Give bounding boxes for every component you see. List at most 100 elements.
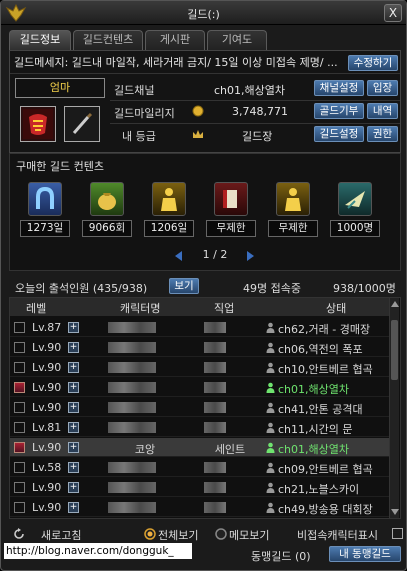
member-level: Lv.90 — [32, 441, 62, 454]
gold-coin-icon — [192, 105, 204, 117]
blurred-name — [108, 502, 156, 513]
expand-icon[interactable]: + — [68, 462, 79, 473]
header-job[interactable]: 직업 — [214, 300, 234, 316]
person-icon — [266, 322, 275, 333]
tab-contribution[interactable]: 기여도 — [207, 30, 267, 50]
expand-icon[interactable]: + — [68, 402, 79, 413]
blurred-job — [204, 482, 226, 493]
table-row[interactable]: Lv.90 + 코앙 세인트 ch01,해상열차 — [10, 438, 390, 457]
winged-banner-icon — [338, 182, 372, 216]
member-status: ch09,안트베르 협곡 — [278, 463, 373, 476]
blurred-job — [204, 362, 226, 373]
scroll-down-icon[interactable] — [390, 508, 400, 516]
blurred-job — [204, 382, 226, 393]
expand-icon[interactable]: + — [68, 502, 79, 513]
row-checkbox[interactable] — [14, 322, 25, 333]
radio-selected-icon[interactable] — [144, 528, 156, 540]
enter-channel-button[interactable]: 입장 — [367, 80, 398, 96]
view-all-option[interactable]: 전체보기 — [158, 527, 198, 543]
expand-icon[interactable]: + — [68, 322, 79, 333]
blog-url-watermark: http://blog.naver.com/dongguk_ — [4, 543, 192, 559]
gold-donate-button[interactable]: 골드기부 — [314, 103, 364, 119]
person-icon — [266, 342, 275, 353]
row-checkbox[interactable] — [14, 362, 25, 373]
scroll-thumb[interactable] — [391, 320, 398, 380]
tab-guild-contents[interactable]: 길드컨텐츠 — [73, 30, 143, 50]
row-checkbox[interactable] — [14, 502, 25, 513]
table-row[interactable]: Lv.90 + ch41,안톤 공격대 — [10, 398, 390, 417]
table-row[interactable]: Lv.81 + ch11,시간의 문 — [10, 418, 390, 437]
radio-icon[interactable] — [215, 528, 227, 540]
member-status: ch49,방송용 대회장 — [278, 503, 373, 516]
expand-icon[interactable]: + — [68, 342, 79, 353]
header-status[interactable]: 상태 — [326, 300, 346, 316]
blurred-name — [108, 322, 156, 333]
emblem-edit-slot[interactable] — [64, 106, 100, 142]
purchased-contents-section: 구매한 길드 컨텐츠 1273일 9066회 1206일 무제한 무제한 100… — [9, 153, 401, 271]
page-indicator: 1 / 2 — [202, 248, 228, 261]
refresh-icon[interactable] — [13, 528, 25, 540]
member-status: ch01,해상열차 — [278, 383, 349, 396]
expand-icon[interactable]: + — [68, 422, 79, 433]
row-checkbox[interactable] — [14, 482, 25, 493]
table-header: 레벨 캐릭터명 직업 상태 — [10, 298, 390, 316]
guild-window: 길드(:) X 길드정보 길드컨텐츠 게시판 기여도 길드메세지: 길드내 마일… — [0, 0, 407, 571]
row-checkbox[interactable] — [14, 342, 25, 353]
scroll-book-icon — [214, 182, 248, 216]
blurred-name — [108, 342, 156, 353]
content-value: 1273일 — [20, 220, 70, 237]
attendance-view-button[interactable]: 보기 — [169, 278, 199, 294]
attendance-bar: 오늘의 출석인원 (435/938) 보기 49명 접속중 938/1000명 — [9, 277, 401, 295]
title-bar[interactable]: 길드(:) X — [1, 1, 406, 25]
scroll-up-icon[interactable] — [390, 300, 400, 308]
expand-icon[interactable]: + — [68, 382, 79, 393]
expand-icon[interactable]: + — [68, 442, 79, 453]
guild-notice: 길드메세지: 길드내 마일작, 세라거래 금지/ 15일 이상 미접속 제명/ … — [14, 56, 338, 69]
person-icon — [266, 442, 275, 453]
table-row[interactable]: Lv.90 + ch10,안트베르 협곡 — [10, 358, 390, 377]
blurred-name — [108, 362, 156, 373]
scrollbar[interactable] — [389, 298, 399, 518]
content-value: 1206일 — [144, 220, 194, 237]
blurred-job — [204, 502, 226, 513]
my-ally-guild-button[interactable]: 내 동맹길드 — [329, 546, 401, 562]
table-row[interactable]: Lv.90 + ch21,노블스카이 — [10, 478, 390, 497]
channel-settings-button[interactable]: 채널설정 — [314, 80, 364, 96]
mileage-history-button[interactable]: 내역 — [367, 103, 398, 119]
refresh-button[interactable]: 새로고침 — [41, 527, 81, 543]
memo-view-option[interactable]: 메모보기 — [229, 527, 269, 543]
row-checkbox[interactable] — [14, 462, 25, 473]
header-name[interactable]: 캐릭터명 — [120, 300, 160, 316]
channel-value: ch01,해상열차 — [214, 84, 285, 97]
edit-notice-button[interactable]: 수정하기 — [348, 55, 398, 71]
person-icon — [266, 502, 275, 513]
rank-label: 내 등급 — [122, 130, 156, 143]
next-page-icon[interactable] — [244, 250, 256, 262]
member-level: Lv.81 — [32, 421, 62, 434]
table-row[interactable]: Lv.58 + ch09,안트베르 협곡 — [10, 458, 390, 477]
header-level[interactable]: 레벨 — [26, 300, 46, 316]
guild-settings-button[interactable]: 길드설정 — [314, 126, 364, 142]
member-level: Lv.90 — [32, 501, 62, 514]
person-icon — [266, 422, 275, 433]
row-checkbox[interactable] — [14, 422, 25, 433]
table-row[interactable]: Lv.90 + ch06,역전의 폭포 — [10, 338, 390, 357]
table-row[interactable]: Lv.87 + ch62,거래 - 경매장 — [10, 318, 390, 337]
tab-board[interactable]: 게시판 — [145, 30, 205, 50]
golden-statue-icon — [152, 182, 186, 216]
permissions-button[interactable]: 권한 — [367, 126, 398, 142]
member-status: ch41,안톤 공격대 — [278, 403, 363, 416]
expand-icon[interactable]: + — [68, 362, 79, 373]
close-button[interactable]: X — [384, 4, 402, 22]
blurred-job — [204, 402, 226, 413]
row-checkbox[interactable] — [14, 402, 25, 413]
blurred-job — [204, 462, 226, 473]
pouch-icon — [90, 182, 124, 216]
member-level: Lv.90 — [32, 341, 62, 354]
table-row[interactable]: Lv.90 + ch01,해상열차 — [10, 378, 390, 397]
show-offline-checkbox[interactable] — [392, 528, 403, 539]
table-row[interactable]: Lv.90 + ch49,방송용 대회장 — [10, 498, 390, 517]
expand-icon[interactable]: + — [68, 482, 79, 493]
tab-guild-info[interactable]: 길드정보 — [9, 30, 71, 51]
member-status: ch01,해상열차 — [278, 443, 349, 456]
